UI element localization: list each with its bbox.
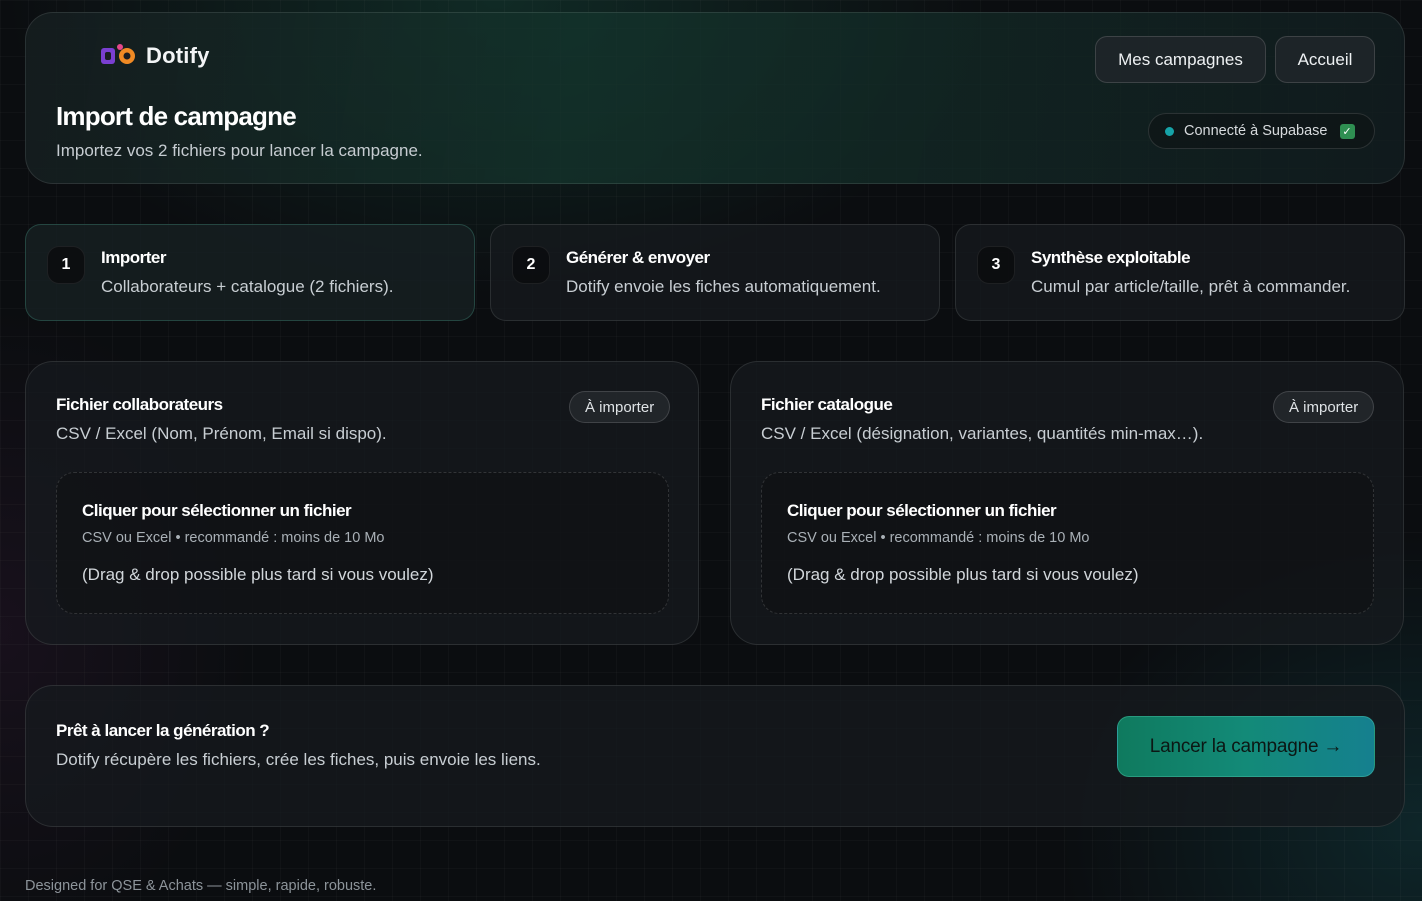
header-panel: Dotify Import de campagne Importez vos 2… — [25, 12, 1405, 184]
dotify-logo-icon — [100, 43, 140, 69]
catalogue-file-dropzone[interactable]: Cliquer pour sélectionner un fichier CSV… — [761, 472, 1374, 614]
import-status-badge: À importer — [1273, 391, 1375, 423]
launch-panel: Prêt à lancer la génération ? Dotify réc… — [25, 685, 1405, 827]
dropzone-title: Cliquer pour sélectionner un fichier — [787, 501, 1057, 520]
step-description: Collaborateurs + catalogue (2 fichiers). — [101, 277, 394, 296]
dropzone-hint: CSV ou Excel • recommandé : moins de 10 … — [787, 530, 1090, 546]
step-card-summary: 3 Synthèse exploitable Cumul par article… — [955, 224, 1405, 321]
step-number: 2 — [512, 246, 550, 284]
page-title: Import de campagne — [56, 101, 297, 131]
step-number: 1 — [47, 246, 85, 284]
step-title: Générer & envoyer — [566, 248, 710, 267]
brand-logo[interactable]: Dotify — [100, 43, 210, 69]
launch-campaign-button[interactable]: Lancer la campagne → — [1117, 716, 1375, 777]
connection-status-label: Connecté à Supabase — [1184, 123, 1328, 139]
file-card-title: Fichier collaborateurs — [56, 395, 223, 414]
step-description: Dotify envoie les fiches automatiquement… — [566, 277, 881, 296]
dropzone-note: (Drag & drop possible plus tard si vous … — [82, 565, 434, 584]
step-card-generate: 2 Générer & envoyer Dotify envoie les fi… — [490, 224, 940, 321]
launch-description: Dotify récupère les fichiers, crée les f… — [56, 750, 541, 769]
file-card-title: Fichier catalogue — [761, 395, 893, 414]
file-card-collaborators: Fichier collaborateurs CSV / Excel (Nom,… — [25, 361, 699, 645]
step-title: Synthèse exploitable — [1031, 248, 1191, 267]
step-number: 3 — [977, 246, 1015, 284]
footer-text: Designed for QSE & Achats — simple, rapi… — [25, 878, 377, 894]
dropzone-note: (Drag & drop possible plus tard si vous … — [787, 565, 1139, 584]
collaborators-file-dropzone[interactable]: Cliquer pour sélectionner un fichier CSV… — [56, 472, 669, 614]
page-subtitle: Importez vos 2 fichiers pour lancer la c… — [56, 141, 423, 160]
checkbox-checked-icon: ✓ — [1339, 123, 1355, 139]
connection-status-badge: Connecté à Supabase ✓ — [1148, 113, 1375, 149]
my-campaigns-button[interactable]: Mes campagnes — [1095, 36, 1266, 83]
dropzone-hint: CSV ou Excel • recommandé : moins de 10 … — [82, 530, 385, 546]
dropzone-title: Cliquer pour sélectionner un fichier — [82, 501, 352, 520]
status-dot-icon — [1165, 126, 1174, 136]
step-description: Cumul par article/taille, prêt à command… — [1031, 277, 1351, 296]
import-status-badge: À importer — [569, 391, 671, 423]
step-card-import: 1 Importer Collaborateurs + catalogue (2… — [25, 224, 475, 321]
file-card-catalogue: Fichier catalogue CSV / Excel (désignati… — [730, 361, 1404, 645]
file-card-description: CSV / Excel (Nom, Prénom, Email si dispo… — [56, 424, 387, 443]
home-button[interactable]: Accueil — [1275, 36, 1375, 83]
launch-title: Prêt à lancer la génération ? — [56, 721, 270, 740]
brand-name: Dotify — [146, 43, 210, 68]
file-card-description: CSV / Excel (désignation, variantes, qua… — [761, 424, 1204, 443]
step-title: Importer — [101, 248, 166, 267]
